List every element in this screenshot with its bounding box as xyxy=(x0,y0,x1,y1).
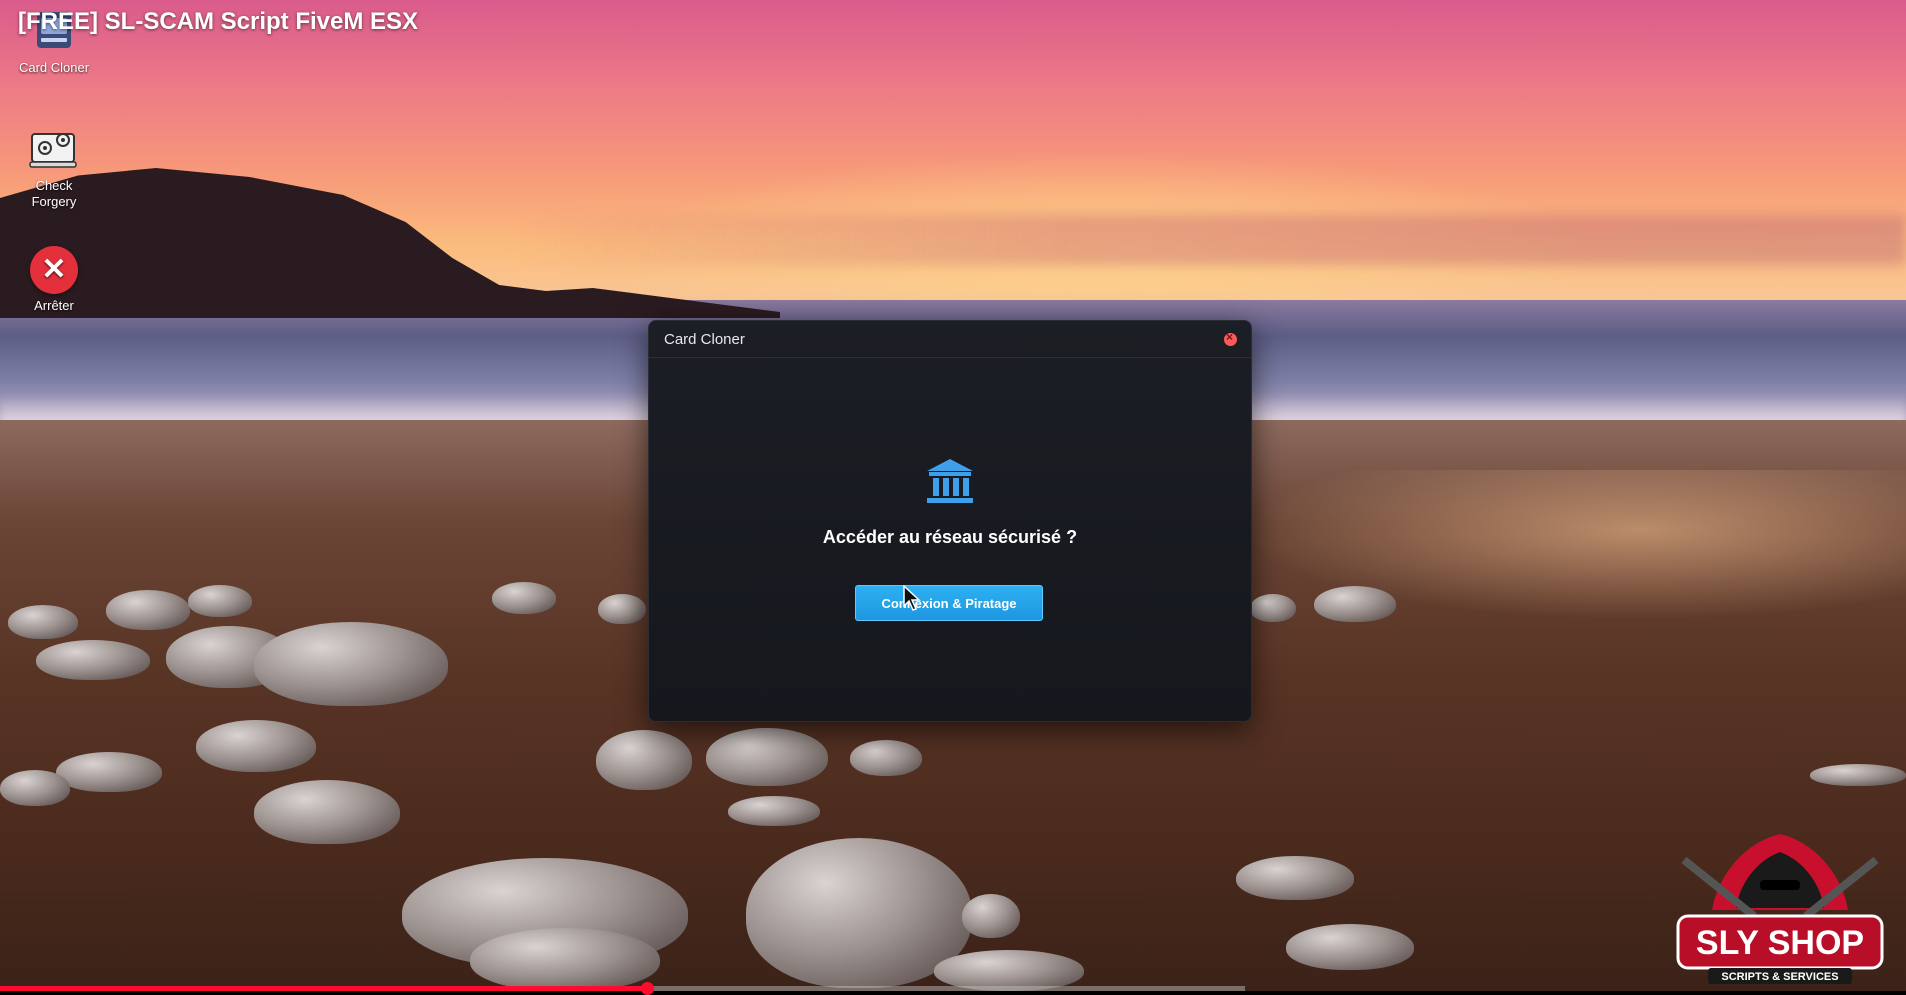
rock xyxy=(0,770,70,806)
logo-tagline: SCRIPTS & SERVICES xyxy=(1721,971,1838,983)
rock xyxy=(56,752,162,792)
rock xyxy=(962,894,1020,938)
rock xyxy=(36,640,150,680)
rock xyxy=(596,730,692,790)
rock xyxy=(850,740,922,776)
desktop-icon-stop[interactable]: ✕ Arrêter xyxy=(8,246,100,314)
desktop-icon-label: Card Cloner xyxy=(18,60,90,75)
rock xyxy=(492,582,556,614)
video-progress-fill xyxy=(0,986,648,991)
card-cloner-window: Card Cloner Accéder au réseau sécurisé ?… xyxy=(648,320,1252,722)
window-title: Card Cloner xyxy=(664,331,745,348)
rock xyxy=(188,585,252,617)
window-titlebar[interactable]: Card Cloner xyxy=(649,321,1251,358)
rock xyxy=(1286,924,1414,970)
rock xyxy=(706,728,828,786)
video-progress-bar[interactable] xyxy=(0,982,1245,995)
desktop-icon-label: Check Forgery xyxy=(31,178,77,209)
bank-icon xyxy=(925,457,975,510)
rock xyxy=(1250,594,1296,622)
connect-hack-button[interactable]: Connexion & Piratage xyxy=(855,585,1043,621)
rock xyxy=(1314,586,1396,622)
stop-icon: ✕ xyxy=(30,246,78,294)
desktop-icon-label: Arrêter xyxy=(34,298,74,313)
video-title: [FREE] SL-SCAM Script FiveM ESX xyxy=(18,8,419,35)
video-progress-handle[interactable] xyxy=(641,982,655,995)
sly-shop-logo: SLY SHOP SCRIPTS & SERVICES xyxy=(1664,830,1896,991)
rock xyxy=(254,780,400,844)
check-forgery-icon xyxy=(8,128,100,174)
rock xyxy=(106,590,190,630)
rock xyxy=(1810,764,1906,786)
rock xyxy=(196,720,316,772)
cloud-band xyxy=(520,215,1906,265)
mouse-cursor-icon xyxy=(903,584,923,616)
desktop-icon-check-forgery[interactable]: Check Forgery xyxy=(8,128,100,210)
rock xyxy=(470,928,660,991)
rock xyxy=(8,605,78,639)
rock xyxy=(1236,856,1354,900)
prompt-text: Accéder au réseau sécurisé ? xyxy=(822,527,1078,547)
rock xyxy=(598,594,646,624)
logo-brand: SLY SHOP xyxy=(1696,924,1864,962)
rock xyxy=(728,796,820,826)
close-button[interactable] xyxy=(1224,330,1237,346)
rock xyxy=(934,950,1084,991)
rock xyxy=(254,622,448,706)
